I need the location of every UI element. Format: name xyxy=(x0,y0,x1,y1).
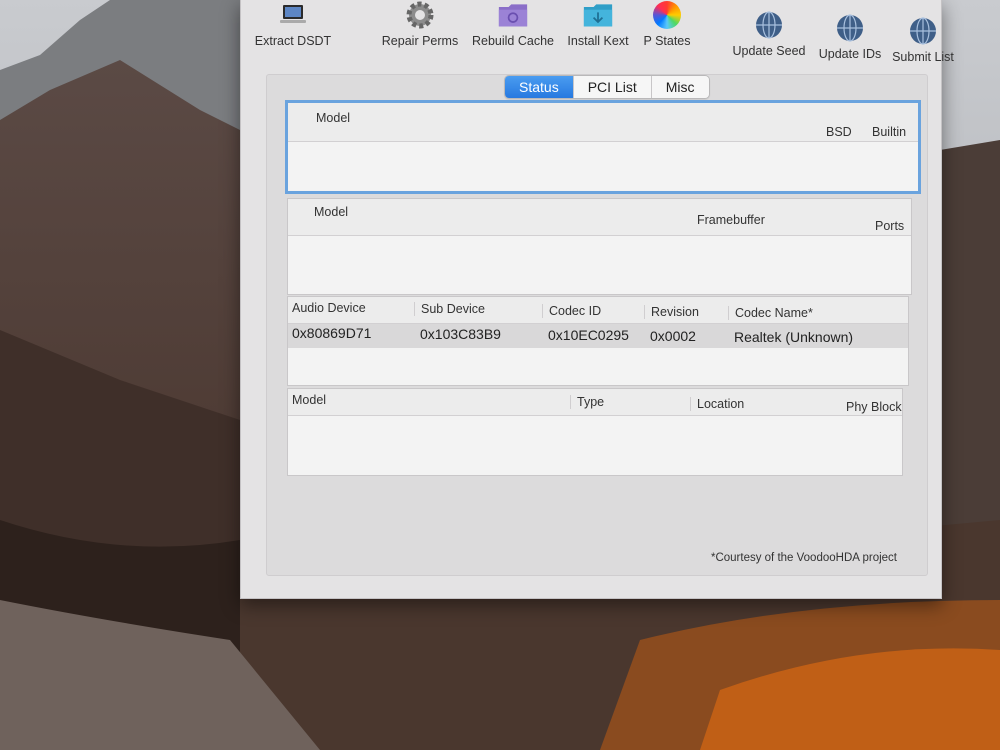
globe-icon xyxy=(754,10,784,40)
toolbar-label: Repair Perms xyxy=(381,34,459,48)
column-header-model[interactable]: Model xyxy=(292,393,326,407)
app-window: Extract DSDT Repair Perms Rebuild Cache … xyxy=(240,0,954,599)
toolbar-submit-list[interactable]: Submit List xyxy=(887,16,959,64)
column-header-audio-device[interactable]: Audio Device xyxy=(292,301,366,315)
cell-codec-name: Realtek (Unknown) xyxy=(734,329,854,345)
column-header-builtin[interactable]: Builtin xyxy=(872,125,906,139)
column-header-phy-block[interactable]: Phy Block xyxy=(846,400,902,414)
toolbar-label: Update Seed xyxy=(732,44,806,58)
display-table[interactable]: Model Framebuffer Ports xyxy=(287,198,912,295)
toolbar-rebuild-cache[interactable]: Rebuild Cache xyxy=(467,0,559,48)
footnote: *Courtesy of the VoodooHDA project xyxy=(710,552,897,564)
folder-icon xyxy=(498,0,528,30)
column-header-codec-id[interactable]: Codec ID xyxy=(542,304,601,318)
column-header-sub-device[interactable]: Sub Device xyxy=(414,302,485,316)
globe-icon xyxy=(835,13,865,43)
toolbar-label: Rebuild Cache xyxy=(472,34,554,48)
toolbar-label: Install Kext xyxy=(567,34,629,48)
color-wheel-icon xyxy=(652,0,682,30)
laptop-icon xyxy=(278,0,308,30)
toolbar-label: Update IDs xyxy=(818,47,882,61)
column-header-framebuffer[interactable]: Framebuffer xyxy=(697,213,765,227)
toolbar-install-kext[interactable]: Install Kext xyxy=(563,0,633,48)
table-header: Model Type Location Phy Block xyxy=(288,389,902,416)
globe-icon xyxy=(908,16,938,46)
table-row[interactable]: 0x80869D71 0x103C83B9 0x10EC0295 0x0002 … xyxy=(288,324,908,348)
toolbar-label: Submit List xyxy=(892,50,954,64)
toolbar-update-seed[interactable]: Update Seed xyxy=(729,10,809,58)
column-header-revision[interactable]: Revision xyxy=(644,305,699,319)
gear-icon xyxy=(405,0,435,30)
column-header-bsd[interactable]: BSD xyxy=(826,125,852,139)
toolbar-p-states[interactable]: P States xyxy=(637,0,697,48)
table-header: Audio Device Sub Device Codec ID Revisio… xyxy=(288,297,908,324)
download-folder-icon xyxy=(583,0,613,30)
column-header-codec-name[interactable]: Codec Name* xyxy=(728,306,813,320)
tab-status[interactable]: Status xyxy=(505,76,574,98)
toolbar-extract-dsdt[interactable]: Extract DSDT xyxy=(249,0,337,48)
cell-revision: 0x0002 xyxy=(650,328,696,344)
tab-bar: Status PCI List Misc xyxy=(504,75,710,99)
table-header: Model BSD Builtin xyxy=(288,103,918,142)
audio-table[interactable]: Audio Device Sub Device Codec ID Revisio… xyxy=(287,296,909,386)
column-header-model[interactable]: Model xyxy=(314,205,348,219)
storage-table[interactable]: Model Type Location Phy Block xyxy=(287,388,903,476)
column-header-model[interactable]: Model xyxy=(316,111,350,125)
column-header-type[interactable]: Type xyxy=(570,395,604,409)
toolbar-label: P States xyxy=(643,34,691,48)
table-header: Model Framebuffer Ports xyxy=(288,199,911,236)
cell-sub-device: 0x103C83B9 xyxy=(420,326,501,342)
column-header-location[interactable]: Location xyxy=(690,397,744,411)
column-header-ports[interactable]: Ports xyxy=(875,219,904,233)
toolbar: Extract DSDT Repair Perms Rebuild Cache … xyxy=(241,0,954,64)
tab-misc[interactable]: Misc xyxy=(651,76,709,98)
toolbar-update-ids[interactable]: Update IDs xyxy=(813,13,887,61)
graphics-table[interactable]: Model BSD Builtin xyxy=(285,100,921,194)
tab-pci-list[interactable]: PCI List xyxy=(573,76,652,98)
cell-audio-device: 0x80869D71 xyxy=(292,325,372,341)
cell-codec-id: 0x10EC0295 xyxy=(548,327,629,343)
toolbar-label: Extract DSDT xyxy=(254,34,332,48)
toolbar-repair-perms[interactable]: Repair Perms xyxy=(375,0,465,48)
